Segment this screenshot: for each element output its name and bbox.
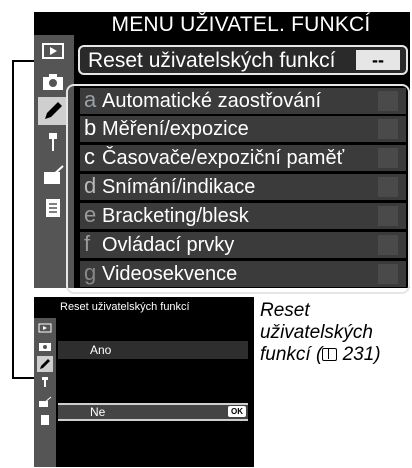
bank-letter: g bbox=[84, 260, 97, 285]
reset-custom-settings-item[interactable]: Reset uživatelských funkcí -- bbox=[78, 45, 408, 75]
my-menu-icon bbox=[41, 415, 49, 425]
bank-value-box bbox=[378, 206, 398, 226]
camera-icon bbox=[43, 74, 63, 90]
bank-letter: e bbox=[84, 202, 97, 227]
reset-item-value: -- bbox=[356, 50, 400, 70]
reset-item-label: Reset uživatelských funkcí bbox=[88, 49, 336, 72]
caption-text: Reset uživatelských funkcí ( 231) bbox=[260, 300, 410, 366]
sub-tab-playback bbox=[37, 320, 53, 336]
bank-value-box bbox=[378, 91, 398, 111]
my-menu-icon bbox=[46, 199, 60, 217]
bank-label: Automatické zaostřování bbox=[102, 90, 321, 112]
bank-item-a[interactable]: a Automatické zaostřování bbox=[80, 87, 406, 114]
pencil-icon bbox=[45, 102, 62, 119]
bank-letter: f bbox=[84, 231, 91, 256]
bank-value-box bbox=[378, 235, 398, 255]
bank-letter: b bbox=[84, 115, 97, 140]
option-yes-label: Ano bbox=[90, 343, 112, 357]
tab-custom-settings[interactable] bbox=[38, 97, 68, 125]
wrench-icon bbox=[49, 133, 57, 151]
tab-playback[interactable] bbox=[38, 37, 68, 65]
wrench-icon bbox=[42, 377, 48, 387]
sub-tab-my-menu bbox=[37, 412, 53, 428]
bank-letter: c bbox=[84, 144, 95, 169]
bank-value-box bbox=[378, 119, 398, 139]
bank-label: Měření/expozice bbox=[102, 118, 249, 140]
reset-dialog-screen bbox=[34, 297, 254, 467]
sub-menu-tab-bar bbox=[34, 318, 56, 467]
option-no[interactable]: Ne OK bbox=[58, 403, 248, 421]
sub-tab-retouch bbox=[37, 394, 53, 410]
option-no-label: Ne bbox=[90, 405, 106, 419]
retouch-icon bbox=[39, 396, 52, 407]
sub-tab-setup bbox=[37, 374, 53, 390]
tab-my-menu[interactable] bbox=[38, 193, 68, 221]
bank-letter: a bbox=[84, 87, 97, 112]
tab-shooting[interactable] bbox=[38, 68, 68, 96]
bank-label: Bracketing/blesk bbox=[102, 205, 249, 227]
sub-tab-custom-settings bbox=[37, 356, 53, 372]
caption-page-ref: 231) bbox=[342, 344, 381, 365]
bank-value-box bbox=[378, 264, 398, 284]
bank-value-box bbox=[378, 177, 398, 197]
bank-item-f[interactable]: f Ovládací prvky bbox=[80, 231, 406, 258]
menu-title: MENU UŽIVATEL. FUNKCÍ bbox=[111, 13, 371, 36]
connector-line-bottom bbox=[12, 377, 34, 379]
pencil-icon bbox=[40, 359, 50, 369]
option-yes[interactable]: Ano bbox=[58, 341, 248, 359]
bank-value-box bbox=[378, 148, 398, 168]
bank-item-b[interactable]: b Měření/expozice bbox=[80, 115, 406, 142]
playback-icon bbox=[42, 43, 64, 59]
playback-icon bbox=[38, 323, 52, 333]
tab-retouch[interactable] bbox=[38, 161, 68, 189]
bank-label: Snímání/indikace bbox=[102, 176, 256, 198]
ok-badge-icon: OK bbox=[228, 406, 246, 417]
bank-item-g[interactable]: g Videosekvence bbox=[80, 260, 406, 287]
tab-setup[interactable] bbox=[38, 128, 68, 156]
bank-label: Časovače/expoziční paměť bbox=[102, 147, 345, 169]
bank-letter: d bbox=[84, 173, 97, 198]
sub-tab-shooting bbox=[37, 338, 53, 354]
book-icon bbox=[322, 348, 338, 361]
bank-label: Ovládací prvky bbox=[102, 234, 235, 256]
bank-item-e[interactable]: e Bracketing/blesk bbox=[80, 202, 406, 229]
bank-item-c[interactable]: c Časovače/expoziční paměť bbox=[80, 144, 406, 171]
dialog-title: Reset uživatelských funkcí bbox=[60, 301, 190, 313]
bank-label: Videosekvence bbox=[102, 263, 238, 285]
camera-icon bbox=[39, 343, 51, 351]
bank-item-d[interactable]: d Snímání/indikace bbox=[80, 173, 406, 200]
connector-line-vertical bbox=[12, 60, 14, 379]
retouch-icon bbox=[44, 165, 64, 184]
